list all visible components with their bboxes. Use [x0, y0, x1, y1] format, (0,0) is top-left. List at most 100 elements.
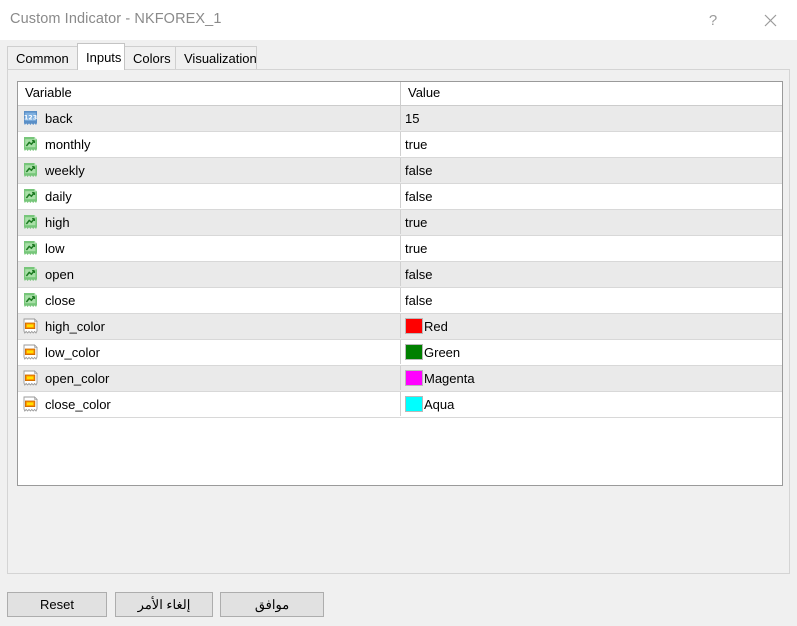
tab-label: Inputs: [86, 50, 121, 65]
color-swatch-icon: [22, 370, 39, 387]
cell-variable[interactable]: low: [18, 236, 401, 260]
cell-value[interactable]: false: [401, 158, 782, 182]
window-title: Custom Indicator - NKFOREX_1: [10, 11, 222, 27]
table-row[interactable]: low true: [18, 236, 782, 262]
cell-value[interactable]: Red: [401, 314, 782, 338]
cell-value[interactable]: 15: [401, 106, 782, 130]
table-row[interactable]: close_color Aqua: [18, 392, 782, 418]
integer-number-icon: 123: [22, 110, 39, 127]
color-swatch: [405, 344, 423, 360]
cell-variable[interactable]: 123 back: [18, 106, 401, 130]
close-button[interactable]: [747, 0, 793, 40]
variable-name: open_color: [45, 371, 109, 386]
cell-variable[interactable]: weekly: [18, 158, 401, 182]
cell-variable[interactable]: high_color: [18, 314, 401, 338]
table-row[interactable]: high true: [18, 210, 782, 236]
cell-value[interactable]: false: [401, 184, 782, 208]
cell-variable[interactable]: close_color: [18, 392, 401, 416]
tab-inputs[interactable]: Inputs: [77, 43, 125, 70]
table-row[interactable]: monthly true: [18, 132, 782, 158]
table-row[interactable]: 123 back 15: [18, 106, 782, 132]
cell-variable[interactable]: monthly: [18, 132, 401, 156]
cell-value[interactable]: false: [401, 262, 782, 286]
cell-value[interactable]: Aqua: [401, 392, 782, 416]
value-text: Green: [424, 345, 460, 360]
inputs-table: Variable Value 123 back 15 monthly true weekl…: [17, 81, 783, 486]
variable-name: back: [45, 111, 72, 126]
value-text: false: [405, 189, 432, 204]
variable-name: monthly: [45, 137, 91, 152]
tab-strip: Common Inputs Colors Visualization: [0, 40, 797, 70]
variable-name: daily: [45, 189, 72, 204]
value-text: Magenta: [424, 371, 475, 386]
variable-name: low_color: [45, 345, 100, 360]
table-row[interactable]: weekly false: [18, 158, 782, 184]
table-row[interactable]: open_color Magenta: [18, 366, 782, 392]
tab-label: Colors: [133, 51, 171, 66]
table-row[interactable]: open false: [18, 262, 782, 288]
table-row[interactable]: daily false: [18, 184, 782, 210]
cell-value[interactable]: true: [401, 236, 782, 260]
cell-value[interactable]: Green: [401, 340, 782, 364]
color-swatch: [405, 396, 423, 412]
column-header-value[interactable]: Value: [401, 82, 782, 105]
cancel-button[interactable]: إلغاء الأمر: [115, 592, 213, 617]
variable-name: close: [45, 293, 75, 308]
cell-variable[interactable]: open: [18, 262, 401, 286]
table-body: 123 back 15 monthly true weekly false daily fals…: [18, 106, 782, 418]
value-text: false: [405, 293, 432, 308]
boolean-chart-icon: [22, 266, 39, 283]
close-icon: [764, 14, 777, 27]
title-bar: Custom Indicator - NKFOREX_1 ?: [0, 0, 797, 40]
table-row[interactable]: close false: [18, 288, 782, 314]
table-row[interactable]: high_color Red: [18, 314, 782, 340]
cell-value[interactable]: false: [401, 288, 782, 312]
table-row[interactable]: low_color Green: [18, 340, 782, 366]
variable-name: close_color: [45, 397, 111, 412]
cell-variable[interactable]: close: [18, 288, 401, 312]
ok-button[interactable]: موافق: [220, 592, 324, 617]
cell-value[interactable]: true: [401, 132, 782, 156]
table-header-row: Variable Value: [18, 82, 782, 106]
ok-button-label: موافق: [255, 597, 289, 613]
boolean-chart-icon: [22, 162, 39, 179]
boolean-chart-icon: [22, 188, 39, 205]
tab-label: Visualization: [184, 51, 257, 66]
boolean-chart-icon: [22, 240, 39, 257]
cell-variable[interactable]: open_color: [18, 366, 401, 390]
variable-name: weekly: [45, 163, 85, 178]
variable-name: high: [45, 215, 70, 230]
value-text: true: [405, 137, 427, 152]
value-text: Aqua: [424, 397, 454, 412]
value-text: false: [405, 163, 432, 178]
value-text: true: [405, 215, 427, 230]
variable-name: low: [45, 241, 65, 256]
cell-value[interactable]: Magenta: [401, 366, 782, 390]
color-swatch-icon: [22, 396, 39, 413]
value-text: 15: [405, 111, 419, 126]
cell-variable[interactable]: daily: [18, 184, 401, 208]
variable-name: open: [45, 267, 74, 282]
value-text: true: [405, 241, 427, 256]
color-swatch: [405, 370, 423, 386]
reset-button-label: Reset: [40, 597, 74, 612]
tab-common[interactable]: Common: [7, 46, 79, 70]
cell-value[interactable]: true: [401, 210, 782, 234]
cancel-button-label: إلغاء الأمر: [138, 597, 191, 613]
color-swatch-icon: [22, 344, 39, 361]
reset-button[interactable]: Reset: [7, 592, 107, 617]
tab-label: Common: [16, 51, 69, 66]
tab-colors[interactable]: Colors: [124, 46, 177, 70]
tab-visualization[interactable]: Visualization: [175, 46, 257, 70]
help-button[interactable]: ?: [690, 0, 736, 40]
question-mark-icon: ?: [709, 12, 717, 29]
boolean-chart-icon: [22, 214, 39, 231]
boolean-chart-icon: [22, 136, 39, 153]
cell-variable[interactable]: high: [18, 210, 401, 234]
column-header-variable[interactable]: Variable: [18, 82, 401, 105]
dialog-button-bar: Reset إلغاء الأمر موافق: [0, 588, 797, 626]
value-text: false: [405, 267, 432, 282]
variable-name: high_color: [45, 319, 105, 334]
boolean-chart-icon: [22, 292, 39, 309]
cell-variable[interactable]: low_color: [18, 340, 401, 364]
